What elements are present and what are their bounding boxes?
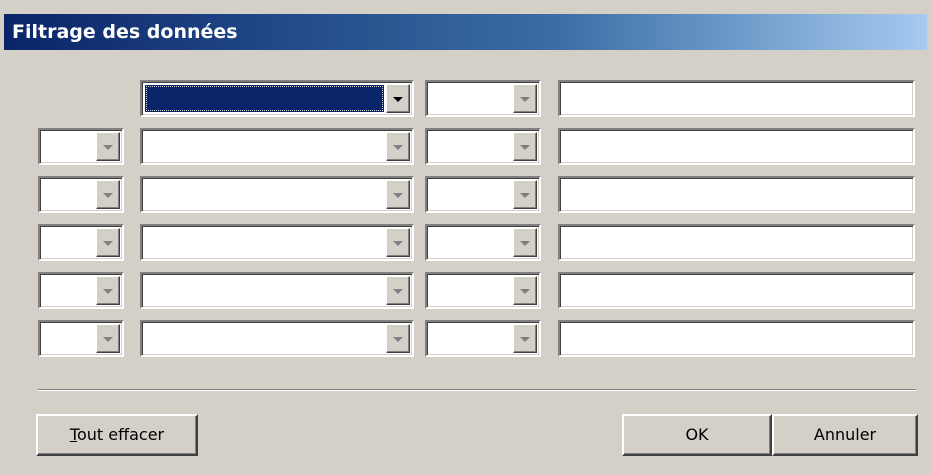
chevron-down-icon[interactable] [513,180,537,209]
condition-select-value [430,85,511,112]
chevron-down-icon[interactable] [96,228,120,257]
value-input-row-1[interactable] [558,80,915,117]
clear-all-mnemonic: T [69,425,77,444]
connector-select-row-3[interactable] [38,176,124,213]
field-select-value [145,277,384,304]
value-input-row-6[interactable] [558,320,915,357]
condition-select-row-1[interactable] [425,80,541,117]
chevron-down-icon[interactable] [96,276,120,305]
cancel-label: Annuler [813,425,877,444]
chevron-down-icon[interactable] [386,228,410,257]
field-select-value [145,133,384,160]
ok-label: OK [685,425,709,444]
chevron-down-icon[interactable] [386,84,410,113]
chevron-down-icon[interactable] [386,180,410,209]
connector-select-value [43,133,94,160]
connector-select-row-2[interactable] [38,128,124,165]
value-input-row-3[interactable] [558,176,915,213]
field-select-row-5[interactable] [140,272,414,309]
field-select-row-4[interactable] [140,224,414,261]
chevron-down-icon[interactable] [96,324,120,353]
connector-select-value [43,229,94,256]
condition-select-value [430,133,511,160]
condition-select-value [430,277,511,304]
field-select-row-1[interactable] [140,80,414,117]
window-title: Filtrage des données [12,21,238,43]
separator [38,389,916,391]
condition-select-row-3[interactable] [425,176,541,213]
filter-dialog: Filtrage des données Tout effacer OK Ann… [0,0,931,475]
condition-select-row-2[interactable] [425,128,541,165]
chevron-down-icon[interactable] [513,324,537,353]
chevron-down-icon[interactable] [513,276,537,305]
field-select-value [145,229,384,256]
chevron-down-icon[interactable] [513,84,537,113]
chevron-down-icon[interactable] [96,132,120,161]
field-select-row-2[interactable] [140,128,414,165]
connector-select-value [43,181,94,208]
field-select-value [145,85,384,112]
condition-select-row-5[interactable] [425,272,541,309]
chevron-down-icon[interactable] [386,132,410,161]
title-bar[interactable]: Filtrage des données [4,14,927,50]
connector-select-value [43,325,94,352]
ok-button[interactable]: OK [622,414,772,456]
field-select-row-6[interactable] [140,320,414,357]
field-select-row-3[interactable] [140,176,414,213]
condition-select-row-4[interactable] [425,224,541,261]
value-input-row-5[interactable] [558,272,915,309]
connector-select-row-6[interactable] [38,320,124,357]
chevron-down-icon[interactable] [386,324,410,353]
clear-all-button[interactable]: Tout effacer [36,414,198,456]
condition-select-value [430,325,511,352]
condition-select-value [430,229,511,256]
value-input-row-4[interactable] [558,224,915,261]
cancel-button[interactable]: Annuler [772,414,918,456]
field-select-value [145,325,384,352]
chevron-down-icon[interactable] [96,180,120,209]
connector-select-row-4[interactable] [38,224,124,261]
connector-select-row-5[interactable] [38,272,124,309]
condition-select-value [430,181,511,208]
chevron-down-icon[interactable] [513,228,537,257]
connector-select-value [43,277,94,304]
clear-all-label: out effacer [76,425,165,444]
condition-select-row-6[interactable] [425,320,541,357]
field-select-value [145,181,384,208]
chevron-down-icon[interactable] [513,132,537,161]
chevron-down-icon[interactable] [386,276,410,305]
value-input-row-2[interactable] [558,128,915,165]
